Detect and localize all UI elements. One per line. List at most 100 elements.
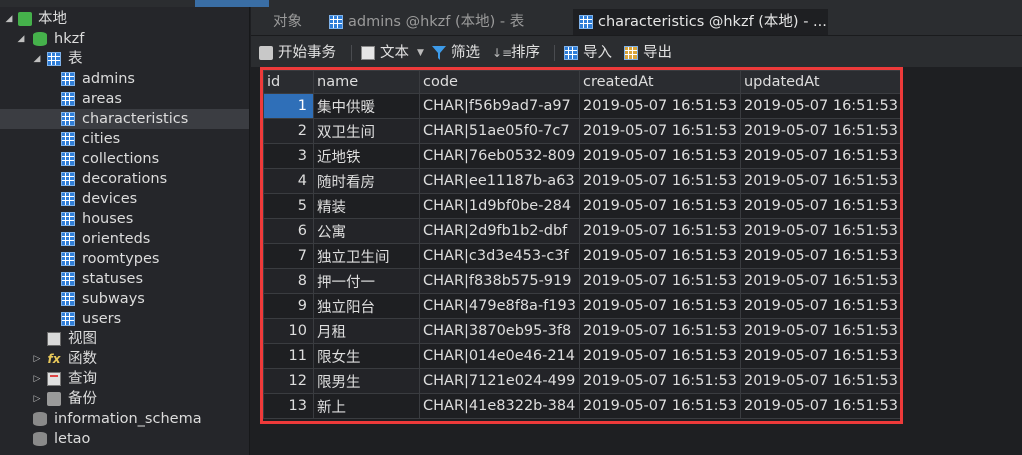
cell-name[interactable]: 集中供暖: [313, 93, 420, 119]
collapse-arrow-icon[interactable]: ◢: [16, 29, 26, 49]
tree-tables-group[interactable]: ◢ 表: [0, 49, 249, 69]
expand-arrow-icon[interactable]: ▷: [32, 369, 42, 389]
table-row[interactable]: 4 随时看房 CHAR|ee11187b-a63 2019-05-07 16:51:5…: [263, 168, 902, 194]
cell-updatedat[interactable]: 2019-05-07 16:51:53: [739, 118, 902, 144]
cell-code[interactable]: CHAR|ee11187b-a63: [419, 168, 580, 194]
cell-id[interactable]: 13: [263, 393, 314, 419]
cell-createdat[interactable]: 2019-05-07 16:51:53: [578, 93, 741, 119]
tree-backups[interactable]: ▷ 备份: [0, 389, 249, 409]
tree-queries[interactable]: ▷ 查询: [0, 369, 249, 389]
cell-createdat[interactable]: 2019-05-07 16:51:53: [578, 393, 741, 419]
sort-button[interactable]: ↓≡ 排序: [492, 43, 546, 63]
cell-updatedat[interactable]: 2019-05-07 16:51:53: [739, 318, 902, 344]
tree-table-decorations[interactable]: decorations: [0, 169, 249, 189]
collapse-arrow-icon[interactable]: ◢: [4, 9, 14, 29]
column-header-code[interactable]: code: [419, 70, 580, 94]
cell-id[interactable]: 6: [263, 218, 314, 244]
tree-table-roomtypes[interactable]: roomtypes: [0, 249, 249, 269]
cell-code[interactable]: CHAR|c3d3e453-c3f: [419, 243, 580, 269]
collapse-arrow-icon[interactable]: ◢: [32, 49, 42, 69]
cell-createdat[interactable]: 2019-05-07 16:51:53: [578, 218, 741, 244]
tree-table-users[interactable]: users: [0, 309, 249, 329]
cell-createdat[interactable]: 2019-05-07 16:51:53: [578, 193, 741, 219]
cell-createdat[interactable]: 2019-05-07 16:51:53: [578, 243, 741, 269]
table-row[interactable]: 6 公寓 CHAR|2d9fb1b2-dbf 2019-05-07 16:51:53 2…: [263, 218, 902, 244]
column-header-createdat[interactable]: createdAt: [578, 70, 741, 94]
tab-objects[interactable]: 对象: [253, 9, 323, 35]
tree-database-information-schema[interactable]: information_schema: [0, 409, 249, 429]
cell-code[interactable]: CHAR|51ae05f0-7c7: [419, 118, 580, 144]
table-row[interactable]: 9 独立阳台 CHAR|479e8f8a-f193 2019-05-07 16:51:…: [263, 293, 902, 319]
tree-table-statuses[interactable]: statuses: [0, 269, 249, 289]
tree-database-letao[interactable]: letao: [0, 429, 249, 449]
table-row[interactable]: 12 限男生 CHAR|7121e024-499 2019-05-07 16:51:5…: [263, 368, 902, 394]
cell-name[interactable]: 独立阳台: [313, 293, 420, 319]
cell-name[interactable]: 押一付一: [313, 268, 420, 294]
tab-characteristics[interactable]: characteristics @hkzf (本地) - ...: [573, 9, 828, 35]
tree-functions[interactable]: ▷ fx 函数: [0, 349, 249, 369]
cell-code[interactable]: CHAR|f838b575-919: [419, 268, 580, 294]
filter-button[interactable]: 筛选: [432, 43, 486, 63]
cell-name[interactable]: 近地铁: [313, 143, 420, 169]
cell-createdat[interactable]: 2019-05-07 16:51:53: [578, 318, 741, 344]
table-row[interactable]: 5 精装 CHAR|1d9bf0be-284 2019-05-07 16:51:53 2…: [263, 193, 902, 219]
cell-id[interactable]: 8: [263, 268, 314, 294]
cell-name[interactable]: 随时看房: [313, 168, 420, 194]
table-row[interactable]: 1 集中供暖 CHAR|f56b9ad7-a97 2019-05-07 16:51:5…: [263, 93, 902, 119]
tree-connection[interactable]: ◢ 本地: [0, 9, 249, 29]
tree-table-cities[interactable]: cities: [0, 129, 249, 149]
cell-updatedat[interactable]: 2019-05-07 16:51:53: [739, 218, 902, 244]
export-button[interactable]: 导出: [624, 43, 678, 63]
tree-table-admins[interactable]: admins: [0, 69, 249, 89]
cell-id[interactable]: 10: [263, 318, 314, 344]
cell-name[interactable]: 双卫生间: [313, 118, 420, 144]
cell-code[interactable]: CHAR|41e8322b-384: [419, 393, 580, 419]
import-button[interactable]: 导入: [564, 43, 618, 63]
table-row[interactable]: 3 近地铁 CHAR|76eb0532-809 2019-05-07 16:51:53…: [263, 143, 902, 169]
table-row[interactable]: 7 独立卫生间 CHAR|c3d3e453-c3f 2019-05-07 16:51:…: [263, 243, 902, 269]
cell-updatedat[interactable]: 2019-05-07 16:51:53: [739, 93, 902, 119]
cell-code[interactable]: CHAR|76eb0532-809: [419, 143, 580, 169]
column-header-updatedat[interactable]: updatedAt: [739, 70, 902, 94]
cell-code[interactable]: CHAR|7121e024-499: [419, 368, 580, 394]
tree-table-areas[interactable]: areas: [0, 89, 249, 109]
cell-updatedat[interactable]: 2019-05-07 16:51:53: [739, 243, 902, 269]
cell-name[interactable]: 限女生: [313, 343, 420, 369]
cell-createdat[interactable]: 2019-05-07 16:51:53: [578, 168, 741, 194]
expand-arrow-icon[interactable]: ▷: [32, 349, 42, 369]
cell-code[interactable]: CHAR|f56b9ad7-a97: [419, 93, 580, 119]
tree-table-orienteds[interactable]: orienteds: [0, 229, 249, 249]
tab-admins[interactable]: admins @hkzf (本地) - 表: [323, 9, 573, 35]
tree-table-collections[interactable]: collections: [0, 149, 249, 169]
column-header-id[interactable]: id: [263, 70, 314, 94]
cell-id[interactable]: 2: [263, 118, 314, 144]
cell-name[interactable]: 精装: [313, 193, 420, 219]
cell-updatedat[interactable]: 2019-05-07 16:51:53: [739, 143, 902, 169]
cell-createdat[interactable]: 2019-05-07 16:51:53: [578, 293, 741, 319]
text-view-button[interactable]: 文本 ▼: [361, 43, 425, 63]
cell-updatedat[interactable]: 2019-05-07 16:51:53: [739, 343, 902, 369]
cell-createdat[interactable]: 2019-05-07 16:51:53: [578, 143, 741, 169]
cell-id[interactable]: 1: [263, 93, 314, 119]
cell-code[interactable]: CHAR|3870eb95-3f8: [419, 318, 580, 344]
cell-name[interactable]: 公寓: [313, 218, 420, 244]
cell-createdat[interactable]: 2019-05-07 16:51:53: [578, 268, 741, 294]
table-row[interactable]: 8 押一付一 CHAR|f838b575-919 2019-05-07 16:51:5…: [263, 268, 902, 294]
cell-code[interactable]: CHAR|2d9fb1b2-dbf: [419, 218, 580, 244]
table-row[interactable]: 2 双卫生间 CHAR|51ae05f0-7c7 2019-05-07 16:51:5…: [263, 118, 902, 144]
object-tree[interactable]: ◢ 本地 ◢ hkzf ◢ 表 admins areas characteristi…: [0, 7, 250, 455]
cell-code[interactable]: CHAR|1d9bf0be-284: [419, 193, 580, 219]
cell-code[interactable]: CHAR|479e8f8a-f193: [419, 293, 580, 319]
cell-updatedat[interactable]: 2019-05-07 16:51:53: [739, 368, 902, 394]
cell-name[interactable]: 月租: [313, 318, 420, 344]
cell-id[interactable]: 11: [263, 343, 314, 369]
cell-id[interactable]: 5: [263, 193, 314, 219]
begin-transaction-button[interactable]: 开始事务: [259, 43, 349, 63]
cell-updatedat[interactable]: 2019-05-07 16:51:53: [739, 168, 902, 194]
cell-id[interactable]: 3: [263, 143, 314, 169]
tree-table-devices[interactable]: devices: [0, 189, 249, 209]
cell-id[interactable]: 12: [263, 368, 314, 394]
data-grid[interactable]: id name code createdAt updatedAt 1 集中供暖 CH…: [251, 67, 1022, 455]
tree-table-subways[interactable]: subways: [0, 289, 249, 309]
cell-updatedat[interactable]: 2019-05-07 16:51:53: [739, 393, 902, 419]
